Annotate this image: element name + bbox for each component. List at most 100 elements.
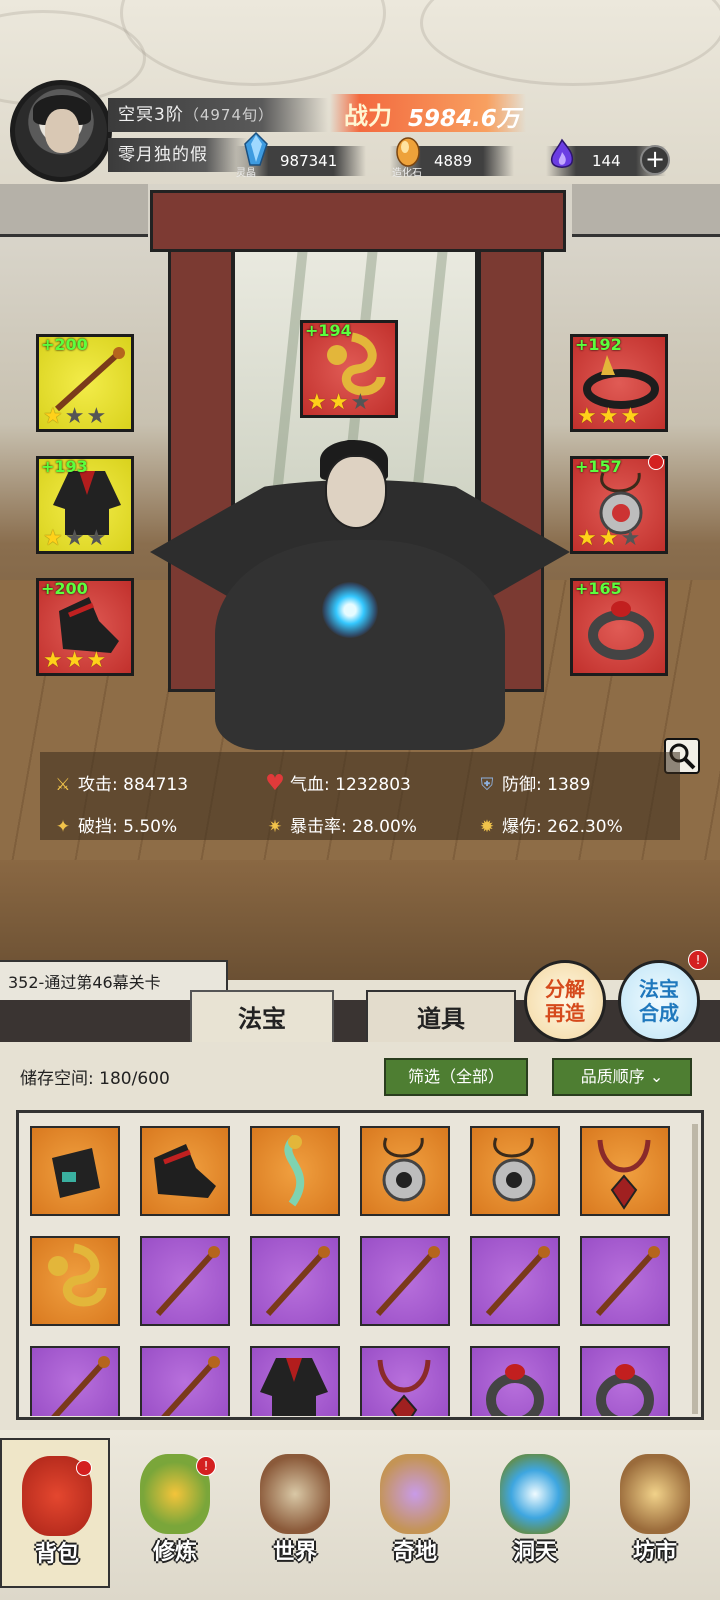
add-resource-button[interactable]: + [640, 145, 670, 175]
filter-label: 筛选（全部） [407, 1067, 504, 1086]
equip-slot-staff[interactable]: +200 ★★★ [36, 334, 134, 432]
realm-progress: （4974旬） [183, 106, 275, 124]
nav-label: 洞天 [512, 1539, 557, 1565]
pendant-icon [492, 1137, 536, 1202]
decompose-button[interactable]: 分解再造 [524, 960, 606, 1042]
spirit-orb [322, 582, 378, 638]
equip-slot-pendant[interactable]: +157 ★★★ [570, 456, 668, 554]
nav-bag[interactable]: 背包 [0, 1438, 110, 1588]
stat-crit-damage: ✹ 爆伤: 262.30% [476, 812, 623, 837]
inventory-item-necklace[interactable] [580, 1126, 670, 1216]
inventory-item-necklace[interactable] [360, 1346, 450, 1416]
stat-label: 暴击率: [290, 817, 347, 837]
equip-slot-ring[interactable]: +165 [570, 578, 668, 676]
decompose-label: 分解再造 [545, 977, 585, 1025]
inventory-item-staff[interactable] [250, 1236, 340, 1326]
inventory-item-staff[interactable] [140, 1236, 230, 1326]
equip-slot-boots[interactable]: +200 ★★★ [36, 578, 134, 676]
tab-artifacts[interactable]: 法宝 [190, 990, 334, 1046]
player-name: 零月独的假 [118, 145, 208, 165]
equip-bonus: +193 [41, 457, 88, 476]
inventory-item-staff[interactable] [30, 1346, 120, 1416]
equip-bonus: +200 [41, 335, 88, 354]
inventory-item-jade-dragon[interactable] [250, 1126, 340, 1216]
scroll-map-icon [260, 1454, 330, 1534]
stat-penetration: ✦ 破挡: 5.50% [52, 812, 177, 837]
inventory-item-robe[interactable] [250, 1346, 340, 1416]
staff-icon [375, 1246, 440, 1317]
necklace-icon [597, 1139, 651, 1210]
filter-button[interactable]: 筛选（全部） [384, 1058, 528, 1096]
pendant-icon [382, 1137, 426, 1202]
realm-bar: 空冥3阶（4974旬） [108, 98, 328, 132]
synthesize-button[interactable]: 法宝合成 [618, 960, 700, 1042]
ring-icon [596, 1364, 654, 1416]
purple-flame-icon [550, 138, 574, 168]
stat-label: 爆伤: [502, 817, 542, 837]
nav-label: 世界 [272, 1539, 317, 1565]
inventory-item-pendant[interactable] [360, 1126, 450, 1216]
jade-dragon-icon [284, 1134, 305, 1207]
spirit-crystal-label: 灵晶 [236, 168, 256, 179]
nav-label: 奇地 [392, 1539, 437, 1565]
shield-icon: ⛨ [480, 775, 494, 795]
equip-bonus: +192 [575, 335, 622, 354]
inventory-item-staff[interactable] [470, 1236, 560, 1326]
inventory-item-staff[interactable] [580, 1236, 670, 1326]
inventory-item-pendant[interactable] [470, 1126, 560, 1216]
bracer-icon [52, 1148, 100, 1198]
realm-label: 空冥3阶 [118, 105, 184, 125]
crit-damage-icon: ✹ [479, 817, 495, 837]
synthesize-label: 法宝合成 [639, 977, 679, 1025]
inventory-item-boots[interactable] [140, 1126, 230, 1216]
stat-label: 攻击: [78, 775, 118, 795]
equip-slot-talisman[interactable]: +194 ★★★ [300, 320, 398, 418]
equip-stars: ★★★ [307, 390, 373, 415]
character-body [215, 540, 505, 750]
stat-value: 5.50% [123, 817, 178, 837]
sort-label: 品质顺序 [580, 1067, 645, 1086]
character-face [325, 455, 387, 529]
combat-power: 战力 5984.6万 [330, 94, 526, 132]
player-avatar[interactable] [10, 80, 112, 182]
purple-flame-value: 144 [592, 152, 621, 170]
inventory-item-ring[interactable] [470, 1346, 560, 1416]
creation-stone-label: 造化石 [392, 168, 422, 179]
staff-icon [155, 1246, 220, 1317]
inventory-item-talisman[interactable] [30, 1236, 120, 1326]
inventory-item-staff[interactable] [140, 1346, 230, 1416]
stat-value: 262.30% [547, 817, 623, 837]
tab-items[interactable]: 道具 [366, 990, 516, 1046]
inventory-item-staff[interactable] [360, 1236, 450, 1326]
ring-icon [588, 601, 654, 660]
inventory-item-bracer[interactable] [30, 1126, 120, 1216]
equip-slot-crown[interactable]: +192 ★★★ [570, 334, 668, 432]
ring-icon [486, 1364, 544, 1416]
storage-label: 储存空间: [20, 1069, 94, 1089]
nav-grotto[interactable]: 洞天 [480, 1438, 590, 1588]
nav-wonders[interactable]: 奇地 [360, 1438, 470, 1588]
nav-world[interactable]: 世界 [240, 1438, 350, 1588]
synthesize-alert-dot: ! [688, 950, 708, 970]
spirit-crystal-icon [244, 132, 268, 166]
boots-icon [154, 1144, 216, 1198]
staff-icon [485, 1246, 550, 1317]
stat-label: 防御: [502, 775, 542, 795]
bag-alert-dot [76, 1460, 92, 1476]
nav-label: 背包 [34, 1541, 79, 1567]
stat-value: 884713 [123, 775, 189, 795]
creation-stone-value: 4889 [434, 152, 473, 170]
stat-defense: ⛨ 防御: 1389 [476, 770, 591, 795]
cultivate-alert-dot: ! [196, 1456, 216, 1476]
equip-slot-robe[interactable]: +193 ★★★ [36, 456, 134, 554]
sort-dropdown[interactable]: 品质顺序 ⌄ [552, 1058, 692, 1096]
nav-label: 修炼 [152, 1539, 197, 1565]
inventory-scrollbar[interactable] [692, 1124, 698, 1414]
inventory-item-ring[interactable] [580, 1346, 670, 1416]
quest-text: 352-通过第46幕关卡 [8, 973, 161, 992]
nav-market[interactable]: 坊市 [600, 1438, 710, 1588]
staff-icon [161, 1356, 220, 1416]
stat-attack: ⚔ 攻击: 884713 [52, 770, 188, 795]
tab-strip [0, 1000, 720, 1046]
stat-value: 28.00% [352, 817, 417, 837]
